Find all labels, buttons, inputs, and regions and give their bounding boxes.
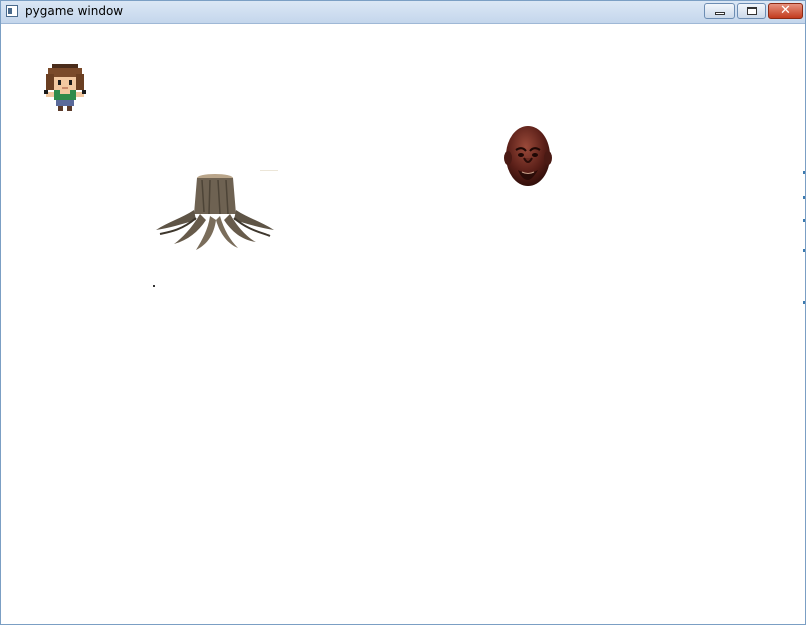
game-canvas[interactable] <box>2 24 804 624</box>
app-window-icon <box>6 5 18 17</box>
maximize-button[interactable] <box>737 3 766 19</box>
projectile-dot <box>153 285 155 287</box>
scroll-edge-mark <box>803 171 805 174</box>
enemy-head <box>504 126 552 186</box>
maximize-icon <box>747 7 757 15</box>
tree-stump <box>156 170 278 250</box>
minimize-icon <box>715 12 725 15</box>
scroll-edge-mark <box>803 249 805 252</box>
window-title: pygame window <box>25 4 124 18</box>
title-bar[interactable]: pygame window ✕ <box>1 1 805 24</box>
close-button[interactable]: ✕ <box>768 3 803 19</box>
scroll-edge-mark <box>803 219 805 222</box>
scroll-edge-mark <box>803 301 805 304</box>
minimize-button[interactable] <box>704 3 735 19</box>
scroll-edge-mark <box>803 196 805 199</box>
pygame-window: pygame window ✕ <box>0 0 806 625</box>
player-character <box>44 64 86 111</box>
close-icon: ✕ <box>780 3 791 18</box>
